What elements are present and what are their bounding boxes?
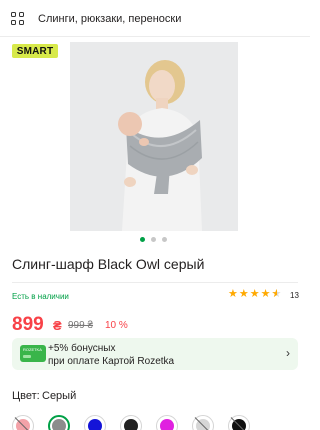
top-bar: Слинги, рюкзаки, переноски [0, 0, 310, 36]
top-divider [0, 36, 310, 37]
price-currency: ₴ [53, 318, 62, 333]
color-swatch-black-2[interactable] [228, 415, 250, 430]
star-icon: ★ [260, 288, 271, 300]
color-swatch-pink[interactable] [12, 415, 34, 430]
color-label: Цвет: [12, 390, 40, 402]
color-swatch-blue[interactable] [84, 415, 106, 430]
carousel-dot[interactable] [162, 237, 167, 242]
star-icon: ★ [228, 288, 238, 300]
color-swatch-fill [124, 419, 138, 430]
chevron-right-icon: › [286, 346, 290, 360]
color-swatch-fill [16, 419, 30, 430]
reviews-count[interactable]: 13 [290, 291, 299, 300]
brand-logo[interactable]: SMART [12, 44, 58, 58]
bonus-subtitle: при оплате Картой Rozetka [48, 356, 175, 367]
rating-stars[interactable]: ★ ★ ★ ★ ★ [228, 288, 282, 301]
bonus-title: +5% бонусных [48, 343, 116, 354]
carousel-dots [140, 237, 167, 242]
color-swatch-fill [232, 419, 246, 430]
color-swatch-gray[interactable] [48, 415, 70, 430]
color-swatch-light-gray[interactable] [192, 415, 214, 430]
card-tag-text: ROZETKA [23, 347, 42, 352]
product-image[interactable] [70, 42, 238, 231]
color-swatch-black[interactable] [120, 415, 142, 430]
catalog-grid-icon[interactable] [11, 12, 25, 26]
color-swatch-fill [196, 419, 210, 430]
current-price: 899 [12, 314, 44, 335]
product-title: Слинг-шарф Black Owl серый [12, 256, 205, 272]
color-value: Серый [42, 390, 77, 402]
product-photo-illustration [70, 42, 238, 231]
star-icon: ★ [249, 288, 260, 300]
color-swatch-magenta[interactable] [156, 415, 178, 430]
title-divider [12, 282, 298, 283]
color-swatch-fill [88, 419, 102, 430]
breadcrumb[interactable]: Слинги, рюкзаки, переноски [38, 13, 181, 25]
rozetka-card-icon: ROZETKA [20, 345, 46, 362]
old-price: 999 ₴ [68, 320, 94, 331]
star-icon: ★ [238, 288, 249, 300]
carousel-dot[interactable] [151, 237, 156, 242]
star-half-icon: ★ [272, 289, 282, 301]
bonus-card-banner[interactable]: ROZETKA +5% бонусных при оплате Картой R… [12, 338, 298, 370]
color-swatch-fill [160, 419, 174, 430]
discount-badge: 10 % [105, 320, 128, 331]
color-swatch-fill [52, 419, 66, 430]
availability-status: Есть в наличии [12, 292, 69, 301]
carousel-dot-active[interactable] [140, 237, 145, 242]
